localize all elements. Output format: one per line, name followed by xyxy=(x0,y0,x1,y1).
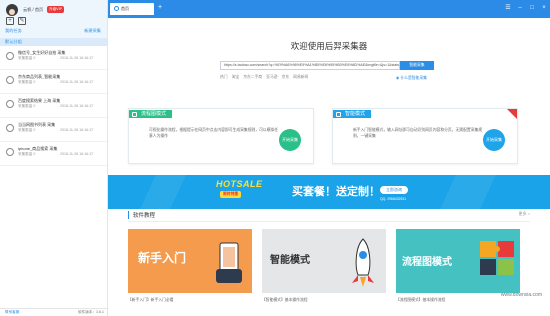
banner-stripe xyxy=(440,175,496,209)
recommend-badge xyxy=(507,109,517,119)
welcome-title: 欢迎使用后羿采集器 xyxy=(290,41,368,51)
task-count: 采集数量 0 xyxy=(18,152,36,156)
tutorial-card-flow[interactable]: 流程图模式 xyxy=(396,229,520,293)
add-task-icon[interactable]: + xyxy=(6,17,14,25)
task-globe-icon xyxy=(6,76,14,84)
user-name[interactable]: 云帆 / 首页 xyxy=(23,7,43,13)
tutorial-label-newbie: 新手入门 xyxy=(138,251,187,265)
task-list: 微信号_女生好好自拍 采集 采集数量 0 2018-11-28 16:16:17 京东… xyxy=(0,46,107,166)
maximize-icon[interactable]: □ xyxy=(528,4,536,12)
version-label: 软件版本：3.6.1 xyxy=(78,310,104,314)
tab-home[interactable]: 首页 xyxy=(110,3,154,15)
contact-link[interactable]: 联系客服 xyxy=(5,309,19,316)
smart-mode-title: 智能模式 xyxy=(345,111,366,117)
tutorial-label-smart: 智能模式 xyxy=(270,255,310,266)
main-panel: 欢迎使用后羿采集器 https://s.taobao.com/search?q=… xyxy=(108,18,550,316)
tutorial-label-flow: 流程图模式 xyxy=(402,257,452,268)
avatar[interactable] xyxy=(6,4,18,16)
task-globe-icon xyxy=(6,148,14,156)
hot-link[interactable]: 京东二手商 xyxy=(243,75,262,79)
hot-link[interactable]: 淘宝 xyxy=(232,75,240,79)
minimize-icon[interactable]: – xyxy=(516,4,524,12)
task-count: 采集数量 0 xyxy=(18,56,36,60)
hot-link[interactable]: 京东 xyxy=(282,75,290,79)
hotsale-logo: HOTSALE xyxy=(216,179,263,189)
smart-mode-desc: 新手入门智能模式，输入网址即可自动识别网页内容和分页，无需配置采集规则，一键采集 xyxy=(353,128,483,138)
task-globe-icon xyxy=(6,124,14,132)
task-item[interactable]: 当当网图书列表 采集 采集数量 0 2018-11-28 16:16:17 xyxy=(0,118,107,142)
task-item[interactable]: iphone_商品搜索 采集 采集数量 0 2018-11-28 16:16:17 xyxy=(0,142,107,166)
task-date: 2018-11-28 16:16:17 xyxy=(60,152,94,156)
sidebar-header: 云帆 / 首页 升级VIP + ✎ 我的任务 新建采集 xyxy=(0,0,107,38)
title-bar: 首页 + ☰ – □ × xyxy=(108,0,550,18)
hotsale-sub: 限时特惠 xyxy=(220,191,242,198)
flow-mode-title: 流程图模式 xyxy=(141,111,167,117)
vip-badge[interactable]: 升级VIP xyxy=(47,5,64,13)
task-item[interactable]: 京东商品列表_智能采集 采集数量 0 2018-11-28 16:16:17 xyxy=(0,70,107,94)
hot-link[interactable]: 亚马逊 xyxy=(266,75,277,79)
task-globe-icon xyxy=(6,100,14,108)
tutorial-heading: 软件教程 xyxy=(128,211,155,219)
banner-title: 买套餐！送定制！ xyxy=(292,186,380,198)
tutorial-more-link[interactable]: 更多 > xyxy=(519,211,530,217)
task-count: 采集数量 0 xyxy=(18,80,36,84)
task-list-heading: 我的任务 xyxy=(5,28,22,33)
tutorial-caption-flow[interactable]: 【流程图模式】基本操作流程 xyxy=(396,298,445,303)
hot-links: 热门 淘宝 京东二手商 亚马逊 京东 网易新闻 xyxy=(220,75,312,80)
home-icon xyxy=(114,6,119,11)
new-task-link[interactable]: 新建采集 xyxy=(84,28,101,34)
edit-icon[interactable]: ✎ xyxy=(18,17,26,25)
task-count: 采集数量 0 xyxy=(18,104,36,108)
smart-mode-header: 智能模式 xyxy=(333,110,372,118)
flow-icon xyxy=(132,111,137,117)
tutorial-caption-newbie[interactable]: 【新手入门】新手入门必看 xyxy=(128,298,174,303)
task-group[interactable]: 默认分组 xyxy=(0,38,107,46)
smart-start-button[interactable]: 开始采集 xyxy=(483,129,505,151)
flow-start-button[interactable]: 开始采集 xyxy=(279,129,301,151)
banner-qq: QQ: 2968432931 xyxy=(380,197,407,201)
task-count: 采集数量 0 xyxy=(18,128,36,132)
promo-banner[interactable]: HOTSALE 限时特惠 买套餐！送定制！ 立即咨询 QQ: 296843293… xyxy=(108,175,550,209)
task-date: 2018-11-28 16:16:17 xyxy=(60,56,94,60)
what-is-smart-link[interactable]: ◉ 什么是智能采集 xyxy=(396,75,427,81)
flow-mode-desc: 可视化操作流程，根据提示在网页中点击内容即可生成采集规则，可以模拟任意人为操作 xyxy=(149,128,279,138)
flow-mode-card[interactable]: 流程图模式 可视化操作流程，根据提示在网页中点击内容即可生成采集规则，可以模拟任… xyxy=(128,108,314,164)
puzzle-icon xyxy=(480,241,514,275)
smart-mode-card[interactable]: 智能模式 新手入门智能模式，输入网址即可自动识别网页内容和分页，无需配置采集规则… xyxy=(332,108,518,164)
close-icon[interactable]: × xyxy=(540,4,548,12)
consult-button[interactable]: 立即咨询 xyxy=(380,186,408,194)
flow-mode-header: 流程图模式 xyxy=(129,110,173,118)
skin-icon[interactable]: ☰ xyxy=(504,4,512,12)
smart-icon xyxy=(336,111,341,117)
tutorial-card-smart[interactable]: 智能模式 xyxy=(262,229,386,293)
rocket-icon xyxy=(352,238,374,287)
task-date: 2018-11-28 16:16:17 xyxy=(60,104,94,108)
what-is-smart-label: 什么是智能采集 xyxy=(400,76,427,80)
watermark: www.downxia.com xyxy=(500,292,542,298)
task-date: 2018-11-28 16:16:17 xyxy=(60,128,94,132)
tutorial-card-newbie[interactable]: 新手入门 xyxy=(128,229,252,293)
task-date: 2018-11-28 16:16:17 xyxy=(60,80,94,84)
tutorial-caption-smart[interactable]: 【智能模式】基本操作流程 xyxy=(262,298,308,303)
url-input[interactable]: https://s.taobao.com/search?q=%E9%A6%96%… xyxy=(220,61,400,70)
task-globe-icon xyxy=(6,52,14,60)
task-item[interactable]: 百度搜索结果 上海 采集 采集数量 0 2018-11-28 16:16:17 xyxy=(0,94,107,118)
task-item[interactable]: 微信号_女生好好自拍 采集 采集数量 0 2018-11-28 16:16:17 xyxy=(0,46,107,70)
hot-link[interactable]: 热门 xyxy=(220,75,228,79)
hot-link[interactable]: 网易新闻 xyxy=(293,75,308,79)
new-tab-icon[interactable]: + xyxy=(158,4,162,12)
banner-stripe xyxy=(140,175,186,209)
smart-collect-button[interactable]: 智能采集 xyxy=(400,61,434,70)
hand-phone-icon xyxy=(216,242,242,283)
divider xyxy=(128,221,530,222)
tab-label: 首页 xyxy=(121,6,129,11)
sidebar-footer: 联系客服 软件版本：3.6.1 xyxy=(0,308,108,316)
sidebar: 云帆 / 首页 升级VIP + ✎ 我的任务 新建采集 默认分组 微信号_女生好… xyxy=(0,0,108,316)
